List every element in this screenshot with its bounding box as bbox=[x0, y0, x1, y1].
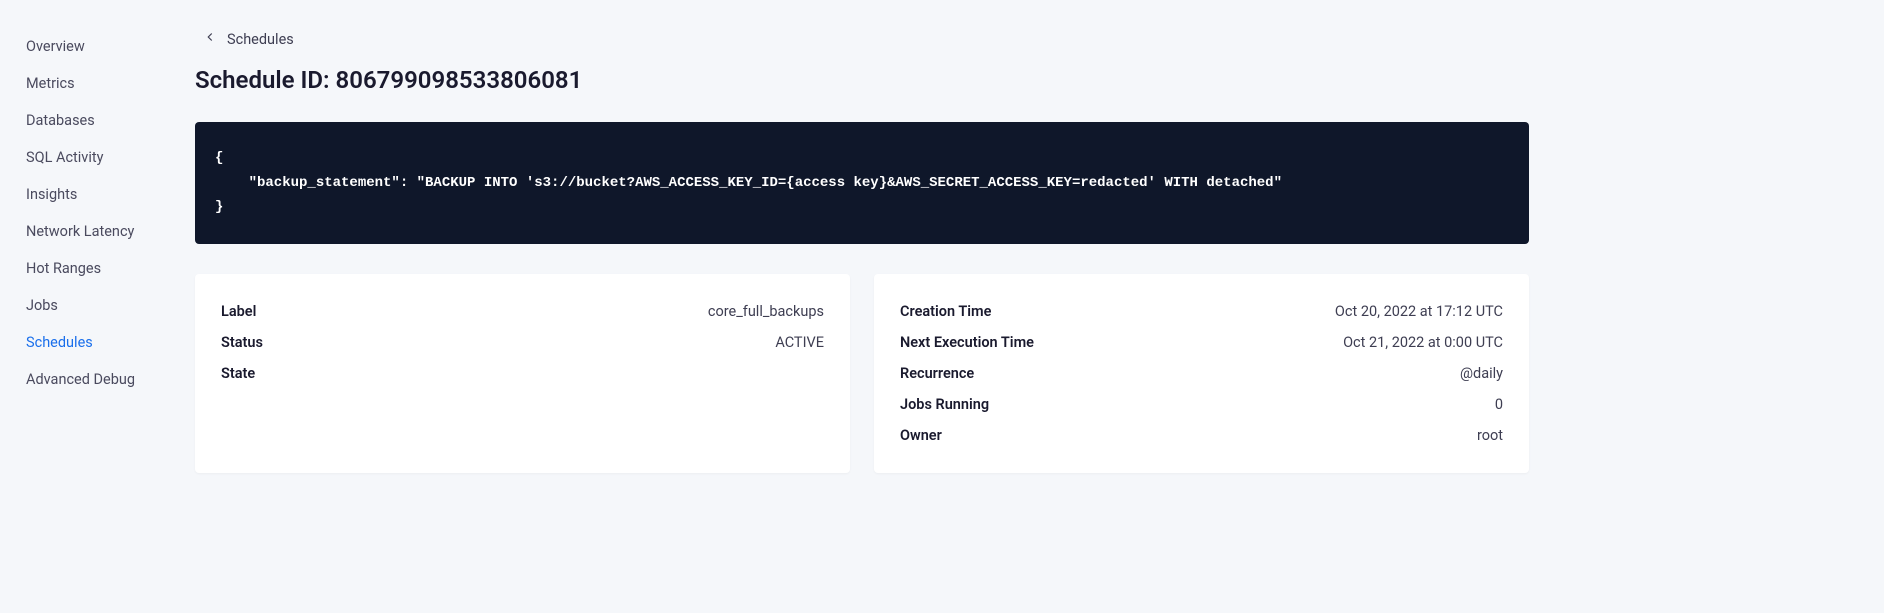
sidebar-item-sql-activity[interactable]: SQL Activity bbox=[26, 139, 195, 176]
kv-row: Recurrence @daily bbox=[900, 358, 1503, 389]
kv-value: ACTIVE bbox=[775, 334, 824, 351]
kv-label: Next Execution Time bbox=[900, 334, 1034, 351]
kv-row: Owner root bbox=[900, 420, 1503, 451]
sidebar-item-hot-ranges[interactable]: Hot Ranges bbox=[26, 250, 195, 287]
cards-row: Label core_full_backups Status ACTIVE St… bbox=[195, 274, 1529, 473]
sidebar-item-metrics[interactable]: Metrics bbox=[26, 65, 195, 102]
kv-row: Jobs Running 0 bbox=[900, 389, 1503, 420]
sidebar-item-advanced-debug[interactable]: Advanced Debug bbox=[26, 361, 195, 398]
kv-row: Creation Time Oct 20, 2022 at 17:12 UTC bbox=[900, 296, 1503, 327]
breadcrumb[interactable]: Schedules bbox=[203, 30, 1529, 48]
kv-value: Oct 20, 2022 at 17:12 UTC bbox=[1335, 303, 1503, 320]
breadcrumb-label: Schedules bbox=[227, 31, 294, 48]
code-block: { "backup_statement": "BACKUP INTO 's3:/… bbox=[195, 122, 1529, 244]
kv-label: Creation Time bbox=[900, 303, 991, 320]
kv-row: Status ACTIVE bbox=[221, 327, 824, 358]
kv-row: Next Execution Time Oct 21, 2022 at 0:00… bbox=[900, 327, 1503, 358]
sidebar: Overview Metrics Databases SQL Activity … bbox=[0, 0, 195, 613]
main-content: Schedules Schedule ID: 80679909853380608… bbox=[195, 0, 1555, 613]
kv-row: State bbox=[221, 358, 824, 389]
page-title: Schedule ID: 806799098533806081 bbox=[195, 66, 1529, 94]
sidebar-item-network-latency[interactable]: Network Latency bbox=[26, 213, 195, 250]
kv-value: Oct 21, 2022 at 0:00 UTC bbox=[1343, 334, 1503, 351]
sidebar-item-overview[interactable]: Overview bbox=[26, 28, 195, 65]
kv-label: Label bbox=[221, 303, 256, 320]
sidebar-item-databases[interactable]: Databases bbox=[26, 102, 195, 139]
arrow-left-icon bbox=[203, 30, 217, 48]
kv-label: State bbox=[221, 365, 255, 382]
sidebar-item-jobs[interactable]: Jobs bbox=[26, 287, 195, 324]
kv-value: 0 bbox=[1495, 396, 1503, 413]
kv-label: Owner bbox=[900, 427, 942, 444]
sidebar-item-schedules[interactable]: Schedules bbox=[26, 324, 195, 361]
card-execution-info: Creation Time Oct 20, 2022 at 17:12 UTC … bbox=[874, 274, 1529, 473]
kv-row: Label core_full_backups bbox=[221, 296, 824, 327]
kv-label: Jobs Running bbox=[900, 396, 989, 413]
kv-value: core_full_backups bbox=[708, 303, 824, 320]
kv-label: Recurrence bbox=[900, 365, 974, 382]
card-schedule-info: Label core_full_backups Status ACTIVE St… bbox=[195, 274, 850, 473]
kv-value: root bbox=[1477, 427, 1503, 444]
kv-label: Status bbox=[221, 334, 263, 351]
sidebar-item-insights[interactable]: Insights bbox=[26, 176, 195, 213]
kv-value: @daily bbox=[1460, 365, 1503, 382]
